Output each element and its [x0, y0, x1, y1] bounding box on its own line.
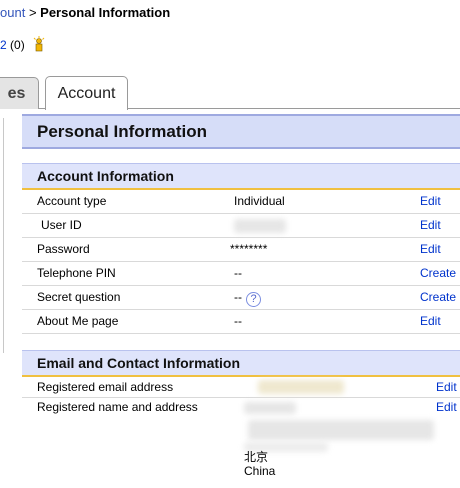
row-label: Account type	[37, 194, 107, 208]
row-label: User ID	[41, 218, 82, 232]
row-label: Password	[37, 242, 90, 256]
breadcrumb: ount > Personal Information	[0, 5, 170, 20]
account-row-password: Password ******** Edit	[22, 238, 460, 262]
row-value: --	[234, 266, 242, 280]
edit-about-me-link[interactable]: Edit	[420, 310, 441, 333]
row-label: Secret question	[37, 290, 121, 304]
redacted-name	[244, 402, 296, 414]
address-country: China	[244, 464, 276, 478]
row-value-with-help: --?	[234, 286, 261, 309]
personal-info-panel: Personal Information Account Information…	[22, 114, 460, 488]
help-icon[interactable]: ?	[246, 292, 261, 307]
breadcrumb-current: Personal Information	[40, 5, 171, 20]
edit-account-type-link[interactable]: Edit	[420, 190, 441, 213]
breadcrumb-parent-link[interactable]: ount	[0, 5, 25, 20]
redacted-email	[258, 380, 344, 394]
account-row-telephone-pin: Telephone PIN -- Create	[22, 262, 460, 286]
tab-preferences[interactable]: es	[0, 77, 39, 109]
account-row-type: Account type Individual Edit	[22, 190, 460, 214]
row-label: Registered name and address	[37, 400, 198, 414]
feedback-summary: 2 (0)	[0, 36, 47, 55]
account-row-secret-question: Secret question --? Create	[22, 286, 460, 310]
account-row-about-me: About Me page -- Edit	[22, 310, 460, 334]
tab-bar: es Account	[0, 76, 460, 110]
breadcrumb-separator: >	[28, 5, 37, 20]
tab-account[interactable]: Account	[45, 76, 128, 110]
row-value: --	[234, 314, 242, 328]
row-label: Telephone PIN	[37, 266, 116, 280]
feedback-count: (0)	[10, 38, 25, 52]
row-label: About Me page	[37, 314, 119, 328]
edit-address-link[interactable]: Edit	[436, 398, 457, 416]
contact-row-address: Registered name and address 北京 China Edi…	[22, 398, 460, 488]
contact-section-title: Email and Contact Information	[22, 350, 460, 377]
edit-password-link[interactable]: Edit	[420, 238, 441, 261]
address-city: 北京	[244, 450, 269, 464]
redacted-address	[248, 420, 434, 440]
page-title: Personal Information	[22, 114, 460, 149]
feedback-score-link[interactable]: 2	[0, 38, 7, 52]
row-value: ********	[230, 242, 268, 256]
create-telephone-pin-link[interactable]: Create	[420, 262, 456, 285]
row-value: --	[234, 290, 242, 304]
star-icon[interactable]	[31, 36, 47, 55]
left-divider	[3, 118, 11, 353]
edit-user-id-link[interactable]: Edit	[420, 214, 441, 237]
row-label: Registered email address	[37, 380, 174, 394]
account-row-user-id: User ID Edit	[22, 214, 460, 238]
account-section-title: Account Information	[22, 163, 460, 190]
redacted-user-id	[234, 219, 286, 233]
edit-email-link[interactable]: Edit	[436, 377, 457, 397]
row-value: Individual	[234, 194, 285, 208]
create-secret-question-link[interactable]: Create	[420, 286, 456, 309]
contact-row-email: Registered email address Edit	[22, 377, 460, 398]
